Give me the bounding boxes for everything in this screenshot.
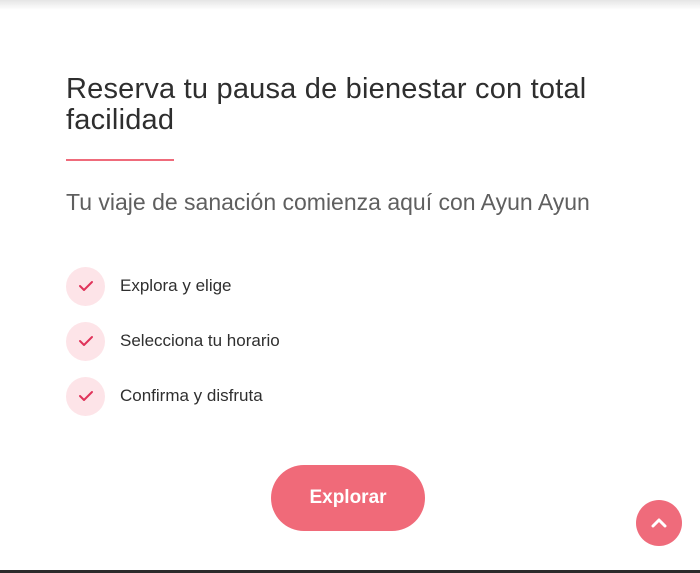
list-item: Confirma y disfruta [66, 376, 656, 416]
steps-list: Explora y elige Selecciona tu horario Co… [66, 266, 656, 416]
title-divider [66, 159, 174, 161]
scroll-to-top-button[interactable] [636, 500, 682, 546]
list-item: Explora y elige [66, 266, 656, 306]
page-subtitle: Tu viaje de sanación comienza aquí con A… [66, 189, 590, 215]
step-label-explore: Explora y elige [120, 276, 232, 295]
chevron-up-icon [651, 516, 667, 531]
check-icon [66, 376, 105, 416]
booking-section: Reserva tu pausa de bienestar con total … [66, 74, 656, 431]
step-label-schedule: Selecciona tu horario [120, 331, 280, 350]
header-shadow [0, 0, 700, 10]
check-icon [66, 321, 105, 361]
explore-button[interactable]: Explorar [271, 465, 425, 531]
list-item: Selecciona tu horario [66, 321, 656, 361]
check-icon [66, 266, 105, 306]
cta-container: Explorar [271, 465, 425, 531]
step-label-confirm: Confirma y disfruta [120, 386, 263, 405]
page-title: Reserva tu pausa de bienestar con total … [66, 73, 587, 136]
